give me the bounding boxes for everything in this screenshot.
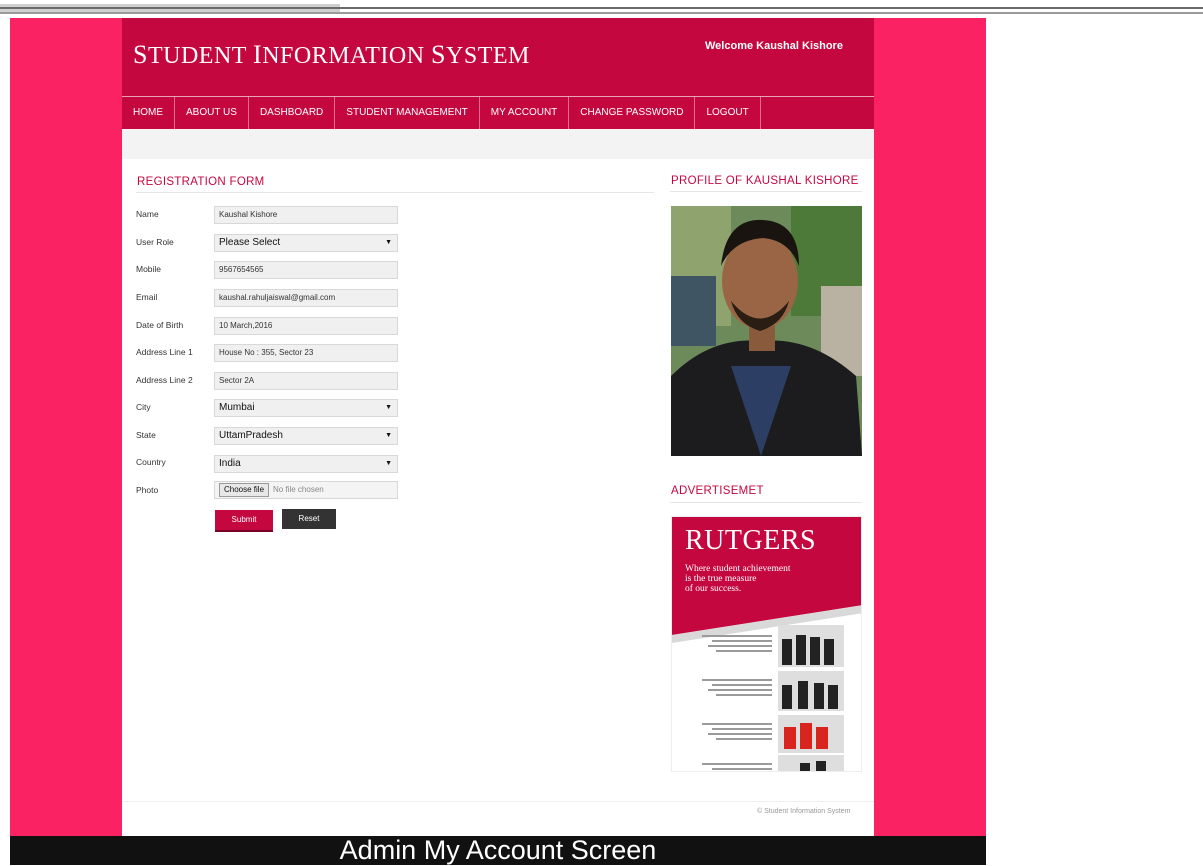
user-role-select[interactable]: Please Select ▼ xyxy=(214,234,398,252)
email-label: Email xyxy=(136,292,158,302)
top-rule xyxy=(0,7,1203,9)
city-label: City xyxy=(136,402,151,412)
dropdown-arrow-icon: ▼ xyxy=(385,460,392,467)
state-label: State xyxy=(136,430,156,440)
ad-tagline-line-3: of our success. xyxy=(685,584,742,594)
photo-file-input: Choose file No file chosen xyxy=(214,481,398,499)
dob-label: Date of Birth xyxy=(136,320,184,330)
city-value: Mumbai xyxy=(219,402,255,413)
profile-photo-image xyxy=(671,206,862,456)
ad-tagline: Where student achievement is the true me… xyxy=(685,564,791,594)
user-role-value: Please Select xyxy=(219,237,281,248)
photo-label: Photo xyxy=(136,485,159,495)
city-select[interactable]: Mumbai ▼ xyxy=(214,399,398,417)
browser-top-strip xyxy=(0,0,1203,18)
advertisement-title: ADVERTISEMET xyxy=(671,485,764,497)
country-label: Country xyxy=(136,457,166,467)
email-input[interactable]: kaushal.rahuljaiswal@gmail.com xyxy=(214,289,398,307)
reset-button[interactable]: Reset xyxy=(282,509,336,529)
country-value: India xyxy=(219,458,241,469)
sub-header-bar xyxy=(122,129,874,159)
ad-tagline-line-1: Where student achievement xyxy=(685,564,791,574)
ad-brand: RUTGERS xyxy=(685,525,817,556)
ad-title-rule xyxy=(670,502,862,503)
address2-input[interactable]: Sector 2A xyxy=(214,372,398,390)
address2-label: Address Line 2 xyxy=(136,375,193,385)
main-nav: HOME ABOUT US DASHBOARD STUDENT MANAGEME… xyxy=(122,96,874,129)
name-label: Name xyxy=(136,209,159,219)
dropdown-arrow-icon: ▼ xyxy=(385,432,392,439)
mobile-input[interactable]: 9567654565 xyxy=(214,261,398,279)
name-input[interactable]: Kaushal Kishore xyxy=(214,206,398,224)
registration-form-title: REGISTRATION FORM xyxy=(137,176,265,188)
top-rule-2 xyxy=(0,12,1203,14)
profile-title: PROFILE OF KAUSHAL KISHORE xyxy=(671,175,859,187)
nav-change-password[interactable]: CHANGE PASSWORD xyxy=(569,97,696,129)
profile-photo xyxy=(671,206,862,456)
form-title-rule xyxy=(136,192,654,193)
site-title: STUDENT INFORMATION SYSTEM xyxy=(133,40,530,69)
ad-tagline-line-2: is the true measure xyxy=(685,574,757,584)
user-role-label: User Role xyxy=(136,237,174,247)
address1-input[interactable]: House No : 355, Sector 23 xyxy=(214,344,398,362)
mobile-label: Mobile xyxy=(136,264,162,274)
footer-rule xyxy=(122,801,874,802)
dropdown-arrow-icon: ▼ xyxy=(385,239,392,246)
footer-copyright: © Student Information System xyxy=(757,808,851,815)
dob-input[interactable]: 10 March,2016 xyxy=(214,317,398,335)
profile-title-rule xyxy=(670,191,862,192)
dropdown-arrow-icon: ▼ xyxy=(385,404,392,411)
screen-caption: Admin My Account Screen xyxy=(339,835,657,865)
submit-button[interactable]: Submit xyxy=(215,510,273,532)
nav-home[interactable]: HOME xyxy=(122,97,175,129)
address1-label: Address Line 1 xyxy=(136,347,193,357)
state-select[interactable]: UttamPradesh ▼ xyxy=(214,427,398,445)
nav-my-account[interactable]: MY ACCOUNT xyxy=(480,97,570,129)
nav-dashboard[interactable]: DASHBOARD xyxy=(249,97,336,129)
advertisement-banner[interactable]: RUTGERS Where student achievement is the… xyxy=(671,516,862,772)
nav-about-us[interactable]: ABOUT US xyxy=(175,97,249,129)
country-select[interactable]: India ▼ xyxy=(214,455,398,473)
nav-student-management[interactable]: STUDENT MANAGEMENT xyxy=(335,97,480,129)
nav-logout[interactable]: LOGOUT xyxy=(695,97,761,129)
welcome-text: Welcome Kaushal Kishore xyxy=(705,40,843,52)
file-status: No file chosen xyxy=(273,485,324,494)
choose-file-button[interactable]: Choose file xyxy=(219,483,270,497)
state-value: UttamPradesh xyxy=(219,430,283,441)
